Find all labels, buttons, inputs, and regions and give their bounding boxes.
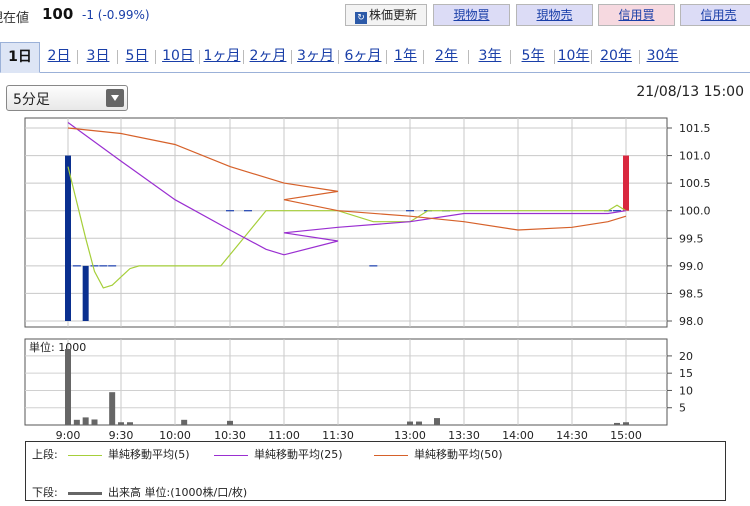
x-tick-label: 9:00: [56, 429, 81, 440]
x-tick-label: 10:30: [214, 429, 246, 440]
volume-tick-label: 15: [679, 367, 693, 380]
legend-lower-label: 下段:: [32, 486, 58, 499]
legend-ma5: 単純移動平均(5): [64, 446, 190, 462]
price-tick-label: 99.0: [679, 260, 704, 273]
price-tick-label: 98.0: [679, 315, 704, 328]
chart-legend: 上段: 単純移動平均(5) 単純移動平均(25) 単純移動平均(50) 下段: …: [25, 441, 726, 501]
x-tick-label: 10:00: [159, 429, 191, 440]
volume-bar: [407, 421, 413, 425]
volume-bar: [614, 422, 620, 425]
volume-tick-label: 5: [679, 402, 686, 415]
legend-ma25-label: 単純移動平均(25): [254, 448, 343, 461]
x-tick-label: 14:00: [502, 429, 534, 440]
legend-ma50: 単純移動平均(50): [370, 446, 503, 462]
legend-upper-label: 上段:: [32, 448, 58, 461]
price-tick-label: 100.0: [679, 205, 711, 218]
candle-body: [65, 155, 71, 321]
legend-ma50-label: 単純移動平均(50): [414, 448, 503, 461]
volume-bar: [416, 421, 422, 425]
volume-bar: [181, 419, 188, 425]
legend-ma25: 単純移動平均(25): [210, 446, 343, 462]
legend-ma5-swatch: [68, 454, 102, 456]
price-tick-label: 99.5: [679, 232, 704, 245]
legend-ma5-label: 単純移動平均(5): [108, 448, 190, 461]
x-tick-label: 11:00: [268, 429, 300, 440]
legend-volume-label: 出来高 単位:(1000株/口/枚): [108, 486, 248, 499]
volume-bar: [227, 420, 233, 425]
intraday-chart: 101.5 101.0 100.5 100.0 99.5 99.0 98.5 98.0 20 15…: [24, 117, 711, 440]
price-tick-label: 100.5: [679, 177, 711, 190]
x-tick-label: 14:30: [556, 429, 588, 440]
volume-unit-label: 単位: 1000: [29, 340, 86, 354]
volume-bar: [73, 419, 80, 425]
volume-bar: [109, 392, 116, 425]
volume-bar: [118, 422, 124, 425]
x-tick-label: 9:30: [109, 429, 134, 440]
x-tick-label: 13:00: [394, 429, 426, 440]
volume-bar: [623, 422, 629, 425]
price-tick-label: 101.5: [679, 122, 711, 135]
volume-tick-label: 20: [679, 350, 693, 363]
x-tick-label: 11:30: [322, 429, 354, 440]
volume-bar: [434, 418, 440, 425]
volume-bar: [65, 349, 71, 425]
legend-volume-swatch: [68, 491, 102, 495]
volume-bar: [82, 417, 89, 425]
legend-ma25-swatch: [214, 454, 248, 456]
volume-tick-label: 10: [679, 384, 693, 397]
x-tick-label: 15:00: [610, 429, 642, 440]
legend-volume: 出来高 単位:(1000株/口/枚): [64, 484, 247, 500]
price-tick-label: 98.5: [679, 287, 704, 300]
volume-bar: [127, 422, 133, 425]
volume-bar: [91, 419, 98, 425]
candle-body: [82, 265, 89, 321]
legend-ma50-swatch: [374, 454, 408, 456]
x-tick-label: 13:30: [448, 429, 480, 440]
candle-body: [623, 155, 629, 211]
price-tick-label: 101.0: [679, 150, 711, 163]
